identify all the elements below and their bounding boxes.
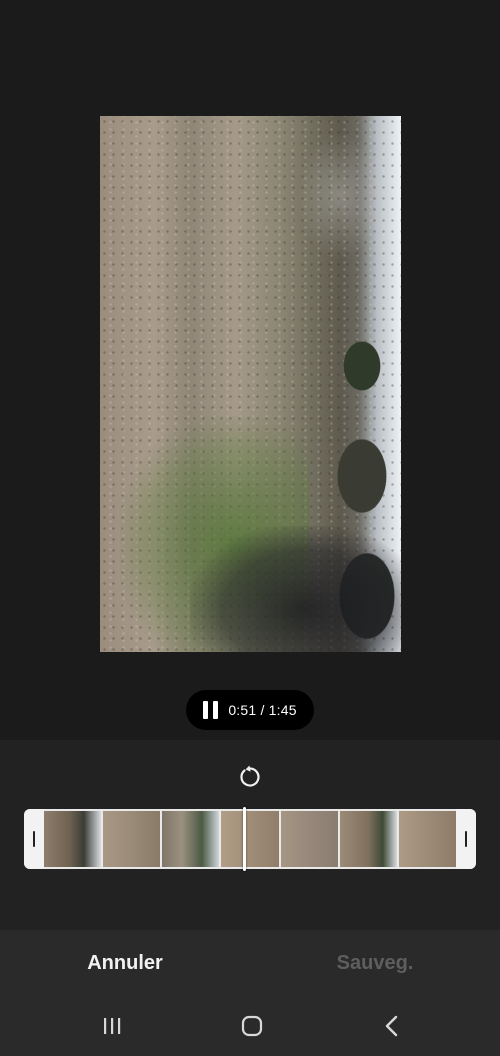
rotate-reset-icon[interactable]: [236, 763, 264, 791]
recent-apps-icon[interactable]: [92, 1012, 132, 1040]
action-bar: Annuler Sauveg.: [0, 930, 500, 996]
playback-time: 0:51 / 1:45: [228, 702, 297, 718]
video-trim-screen: 0:51 / 1:45 Annuler Sauveg.: [0, 0, 500, 1056]
save-button[interactable]: Sauveg.: [250, 930, 500, 996]
trim-end-handle[interactable]: [456, 809, 476, 869]
trim-panel: [0, 740, 500, 930]
timeline-thumbnail: [44, 811, 102, 867]
pause-icon[interactable]: [203, 700, 219, 720]
timeline-thumbnail: [339, 811, 397, 867]
trim-start-handle[interactable]: [24, 809, 44, 869]
back-icon[interactable]: [372, 1012, 412, 1040]
timeline-thumbnail: [398, 811, 456, 867]
timeline-thumbnail: [103, 811, 161, 867]
thumbnail-strip: [44, 811, 456, 867]
timeline-thumbnail: [221, 811, 279, 867]
timeline-thumbnail: [280, 811, 338, 867]
preview-shadow: [190, 526, 401, 652]
trim-timeline[interactable]: [24, 807, 476, 871]
trim-handle-icon: [465, 831, 467, 847]
system-navigation-bar: [0, 996, 500, 1056]
playhead[interactable]: [243, 807, 246, 871]
cancel-button[interactable]: Annuler: [0, 930, 250, 996]
playback-control[interactable]: 0:51 / 1:45: [186, 690, 314, 730]
home-icon[interactable]: [232, 1012, 272, 1040]
trim-handle-icon: [33, 831, 35, 847]
timeline-thumbnail: [162, 811, 220, 867]
video-preview[interactable]: [100, 116, 401, 652]
